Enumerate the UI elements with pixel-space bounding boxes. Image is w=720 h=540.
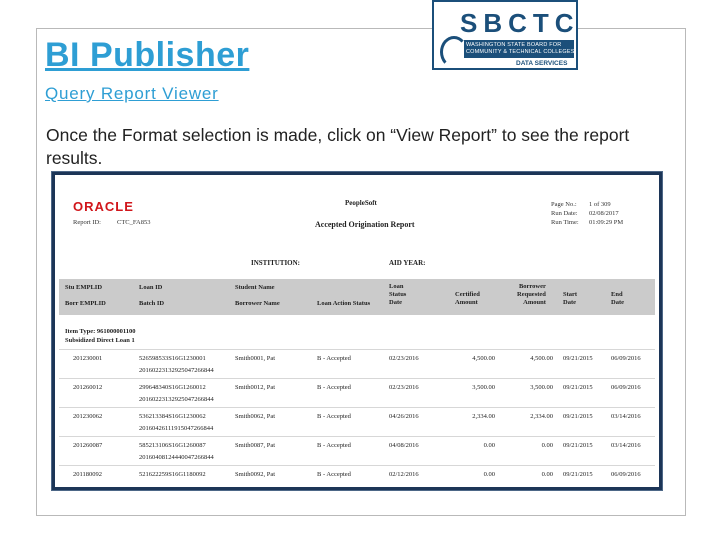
row-action: B - Accepted — [317, 471, 351, 478]
row-requested: 4,500.00 — [530, 355, 553, 362]
row-batch-id: 20160223132925047266844 — [139, 396, 214, 403]
slide-title: BI Publisher — [45, 36, 250, 74]
row-status-date: 02/23/2016 — [389, 384, 419, 391]
institution-label: INSTITUTION: — [251, 259, 301, 267]
run-time-label: Run Time: — [551, 219, 579, 226]
slide-body-text: Once the Format selection is made, click… — [46, 125, 630, 168]
logo-division: DATA SERVICES — [516, 60, 568, 67]
col-loan-action-status: Loan Action Status — [317, 300, 371, 307]
row-loan-id: 521622259S16G1180092 — [139, 471, 206, 478]
logo-line-2: COMMUNITY & TECHNICAL COLLEGES — [466, 49, 575, 55]
row-loan-id: 536213384S16G1230062 — [139, 413, 206, 420]
report-id-label: Report ID: — [73, 219, 101, 226]
oracle-logo: ORACLE — [73, 199, 134, 214]
run-date-label: Run Date: — [551, 210, 578, 217]
row-separator — [59, 436, 655, 437]
col-loan-id: Loan ID — [139, 284, 163, 291]
row-separator — [59, 407, 655, 408]
item-type: Item Type: 961000001100 — [65, 328, 136, 335]
row-end-date: 03/14/2016 — [611, 442, 641, 449]
row-status-date: 04/08/2016 — [389, 442, 419, 449]
row-separator — [59, 378, 655, 379]
row-status-date: 04/26/2016 — [389, 413, 419, 420]
row-stu-emplid: 201260012 — [73, 384, 103, 391]
row-end-date: 06/09/2016 — [611, 355, 641, 362]
col-batch-id: Batch ID — [139, 300, 165, 307]
sbctc-logo: SBCTC WASHINGTON STATE BOARD FOR COMMUNI… — [432, 0, 578, 70]
row-start-date: 09/21/2015 — [563, 384, 593, 391]
row-requested: 3,500.00 — [530, 384, 553, 391]
row-start-date: 09/21/2015 — [563, 442, 593, 449]
logo-name: SBCTC — [460, 8, 580, 38]
col-borrower-name: Borrower Name — [235, 300, 280, 307]
row-batch-id: 20160223132925047266844 — [139, 367, 214, 374]
row-stu-emplid: 201230001 — [73, 355, 103, 362]
row-certified: 3,500.00 — [472, 384, 495, 391]
row-student-name: Smith0092, Pat — [235, 471, 276, 478]
col-end-date: End Date — [611, 291, 624, 307]
col-borrower-requested: Borrower Requested Amount — [517, 283, 546, 307]
row-separator — [59, 349, 655, 350]
row-stu-emplid: 201230062 — [73, 413, 103, 420]
row-action: B - Accepted — [317, 413, 351, 420]
row-student-name: Smith0062, Pat — [235, 413, 276, 420]
row-certified: 0.00 — [483, 471, 495, 478]
row-action: B - Accepted — [317, 442, 351, 449]
row-certified: 4,500.00 — [472, 355, 495, 362]
row-loan-id: 299648340S16G1260012 — [139, 384, 206, 391]
page-no-label: Page No.: — [551, 201, 577, 208]
row-action: B - Accepted — [317, 384, 351, 391]
row-start-date: 09/21/2015 — [563, 471, 593, 478]
row-requested: 2,334.00 — [530, 413, 553, 420]
col-borr-emplid: Borr EMPLID — [65, 300, 106, 307]
row-action: B - Accepted — [317, 355, 351, 362]
row-certified: 2,334.00 — [472, 413, 495, 420]
row-end-date: 03/14/2016 — [611, 413, 641, 420]
row-loan-id: 585213106S16G1260087 — [139, 442, 206, 449]
report-screenshot: ORACLE Report ID: CTC_FA853 PeopleSoft A… — [52, 172, 662, 490]
row-requested: 0.00 — [541, 442, 553, 449]
row-batch-id: 20160426111915047266844 — [139, 425, 214, 432]
report-vendor: PeopleSoft — [345, 199, 377, 207]
slide-subtitle: Query Report Viewer — [45, 84, 219, 103]
report-title: Accepted Origination Report — [315, 220, 415, 229]
row-end-date: 06/09/2016 — [611, 471, 641, 478]
page-no-value: 1 of 309 — [589, 201, 611, 208]
row-student-name: Smith0001, Pat — [235, 355, 276, 362]
row-start-date: 09/21/2015 — [563, 413, 593, 420]
row-separator — [59, 465, 655, 466]
loan-type: Subsidized Direct Loan 1 — [65, 337, 135, 344]
row-status-date: 02/12/2016 — [389, 471, 419, 478]
row-start-date: 09/21/2015 — [563, 355, 593, 362]
col-stu-emplid: Stu EMPLID — [65, 284, 103, 291]
row-certified: 0.00 — [483, 442, 495, 449]
col-start-date: Start Date — [563, 291, 578, 307]
aid-year-label: AID YEAR: — [389, 259, 426, 267]
run-time-value: 01:09:29 PM — [589, 219, 624, 226]
row-student-name: Smith0087, Pat — [235, 442, 276, 449]
row-stu-emplid: 201260087 — [73, 442, 103, 449]
col-certified-amount: Certified Amount — [455, 291, 480, 307]
row-requested: 0.00 — [541, 471, 553, 478]
row-loan-id: 526598533S16G1230001 — [139, 355, 206, 362]
row-student-name: Smith0012, Pat — [235, 384, 276, 391]
report-id-value: CTC_FA853 — [117, 219, 151, 226]
col-student-name: Student Name — [235, 284, 275, 291]
col-loan-status-date: Loan Status Date — [389, 283, 407, 307]
row-stu-emplid: 201180092 — [73, 471, 103, 478]
row-end-date: 06/09/2016 — [611, 384, 641, 391]
row-batch-id: 20160408124440047266844 — [139, 454, 214, 461]
run-date-value: 02/08/2017 — [589, 210, 619, 217]
logo-line-1: WASHINGTON STATE BOARD FOR — [466, 42, 562, 48]
row-status-date: 02/23/2016 — [389, 355, 419, 362]
